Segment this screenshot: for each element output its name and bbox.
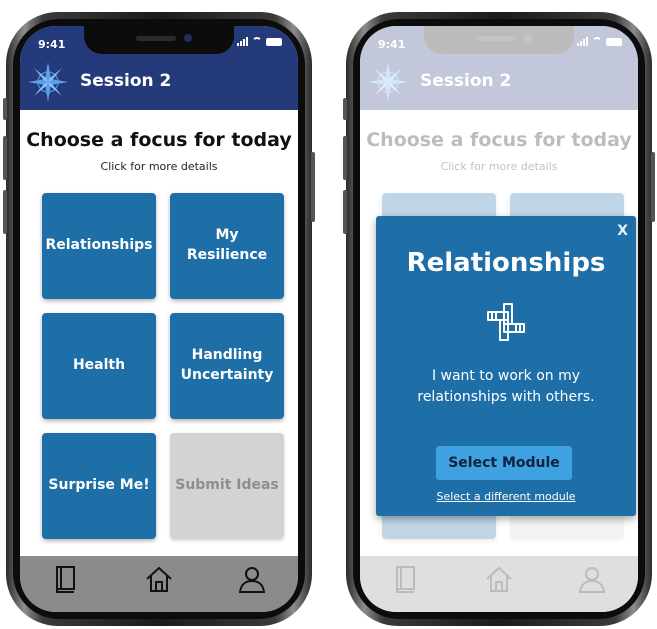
modal-title: Relationships xyxy=(406,248,606,278)
select-different-module-link[interactable]: Select a different module xyxy=(376,490,636,503)
tile-handling-uncertainty[interactable]: Handling Uncertainty xyxy=(170,313,284,419)
camera xyxy=(184,34,192,42)
tab-bar xyxy=(20,556,298,612)
modal-description: I want to work on my relationships with … xyxy=(417,368,595,405)
phone-right: 9:41 Session 2 Choose a focus for today … xyxy=(343,12,655,626)
module-modal: X Relationships I want to work on my rel… xyxy=(376,216,636,516)
volume-down-button xyxy=(3,190,7,234)
power-button xyxy=(311,152,315,222)
select-module-button[interactable]: Select Module xyxy=(436,446,572,480)
volume-up-button xyxy=(343,136,347,180)
signal-icon xyxy=(237,37,248,46)
speaker xyxy=(136,36,176,41)
volume-up-button xyxy=(3,136,7,180)
power-button xyxy=(651,152,655,222)
home-icon[interactable] xyxy=(144,564,174,594)
tile-submit-ideas[interactable]: Submit Ideas xyxy=(170,433,284,539)
silent-switch xyxy=(343,98,347,120)
volume-down-button xyxy=(343,190,347,234)
profile-icon[interactable] xyxy=(237,564,267,594)
status-time: 9:41 xyxy=(38,38,66,51)
page-title: Choose a focus for today xyxy=(26,129,292,151)
tile-health[interactable]: Health xyxy=(42,313,156,419)
phone-screen: 9:41 Session 2 Choose a focus for today … xyxy=(360,26,638,612)
tile-relationships[interactable]: Relationships xyxy=(42,193,156,299)
close-icon[interactable]: X xyxy=(617,223,628,239)
tile-my-resilience[interactable]: My Resilience xyxy=(170,193,284,299)
wifi-icon xyxy=(252,37,262,45)
compass-logo-icon xyxy=(28,62,68,102)
page-subtitle: Click for more details xyxy=(100,160,218,173)
app-header: 9:41 Session 2 xyxy=(20,26,298,110)
tile-surprise-me[interactable]: Surprise Me! xyxy=(42,433,156,539)
phone-left: 9:41 Session 2 Choose a focus for today … xyxy=(3,12,315,626)
header-title: Session 2 xyxy=(80,71,172,91)
status-icons xyxy=(237,37,282,46)
silent-switch xyxy=(3,98,7,120)
book-icon[interactable] xyxy=(51,564,81,594)
hands-together-icon xyxy=(487,303,525,341)
notch xyxy=(84,26,234,54)
battery-icon xyxy=(266,38,282,46)
phone-screen: 9:41 Session 2 Choose a focus for today … xyxy=(20,26,298,612)
